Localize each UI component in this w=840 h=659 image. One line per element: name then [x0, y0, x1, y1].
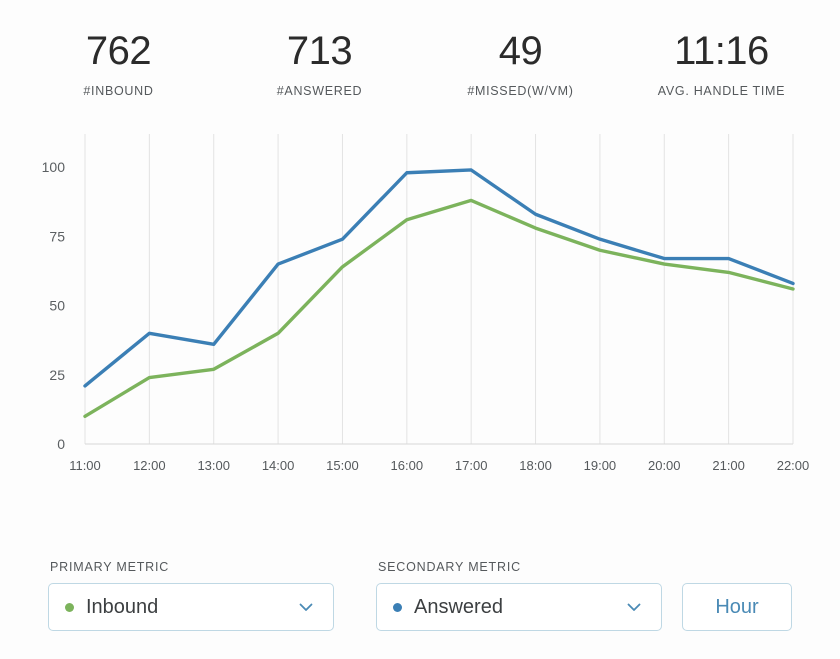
kpi-avg-handle-time: 11:16 AVG. HANDLE TIME [621, 26, 822, 98]
kpi-missed-value: 49 [498, 29, 543, 73]
kpi-avg-handle-time-value: 11:16 [674, 29, 769, 73]
primary-metric-color-dot [65, 602, 74, 612]
svg-text:13:00: 13:00 [197, 458, 230, 473]
secondary-metric-value: Answered [414, 595, 503, 618]
svg-text:25: 25 [49, 367, 65, 383]
chart-y-axis: 0 25 50 75 100 [42, 159, 66, 452]
svg-text:21:00: 21:00 [712, 458, 745, 473]
chart-gridlines [84, 134, 794, 445]
kpi-answered-value: 713 [286, 29, 353, 73]
secondary-metric-color-dot [393, 602, 402, 612]
chevron-down-icon[interactable] [295, 596, 317, 618]
secondary-metric-label: SECONDARY METRIC [378, 560, 521, 574]
svg-text:18:00: 18:00 [519, 458, 552, 473]
svg-text:14:00: 14:00 [262, 458, 295, 473]
secondary-metric-select[interactable]: Answered [376, 583, 662, 631]
svg-text:11:00: 11:00 [69, 458, 101, 473]
svg-text:20:00: 20:00 [648, 458, 681, 473]
chart-series-lines [83, 168, 795, 419]
svg-text:12:00: 12:00 [133, 458, 166, 473]
chart-canvas: 0 25 50 75 100 11:00 12:00 13:00 14:00 15:00 16:0… [42, 134, 809, 473]
svg-text:22:00: 22:00 [777, 458, 810, 473]
kpi-avg-handle-time-label: AVG. HANDLE TIME [657, 84, 786, 98]
kpi-answered: 713 #ANSWERED [219, 26, 420, 98]
call-volume-line-chart: 0 25 50 75 100 11:00 12:00 13:00 14:00 15:00 16:0… [0, 122, 840, 492]
kpi-missed: 49 #MISSED(W/VM) [420, 26, 621, 98]
svg-text:16:00: 16:00 [391, 458, 424, 473]
primary-metric-value: Inbound [86, 595, 159, 618]
kpi-inbound: 762 #INBOUND [18, 26, 219, 98]
chevron-down-icon[interactable] [623, 596, 645, 618]
interval-hour-button[interactable]: Hour [682, 583, 792, 631]
kpi-summary-row: 762 #INBOUND 713 #ANSWERED 49 #MISSED(W/… [0, 0, 840, 98]
svg-text:17:00: 17:00 [455, 458, 488, 473]
secondary-metric-group: SECONDARY METRIC Answered [376, 560, 662, 631]
metrics-dashboard-card: 762 #INBOUND 713 #ANSWERED 49 #MISSED(W/… [0, 0, 840, 659]
kpi-missed-label: #MISSED(W/VM) [467, 84, 574, 98]
svg-text:15:00: 15:00 [326, 458, 359, 473]
chart-controls: PRIMARY METRIC Inbound SECONDARY METRIC … [0, 560, 840, 631]
svg-text:19:00: 19:00 [584, 458, 617, 473]
kpi-inbound-value: 762 [85, 29, 152, 73]
svg-text:75: 75 [49, 228, 65, 244]
svg-text:0: 0 [57, 436, 65, 452]
kpi-inbound-label: #INBOUND [83, 84, 154, 98]
primary-metric-group: PRIMARY METRIC Inbound [48, 560, 334, 631]
chart-x-axis: 11:00 12:00 13:00 14:00 15:00 16:00 17:00 18:00… [69, 458, 809, 473]
primary-metric-label: PRIMARY METRIC [50, 560, 170, 574]
kpi-answered-label: #ANSWERED [276, 84, 363, 98]
svg-text:50: 50 [49, 298, 65, 314]
primary-metric-select[interactable]: Inbound [48, 583, 334, 631]
svg-text:100: 100 [42, 159, 66, 175]
